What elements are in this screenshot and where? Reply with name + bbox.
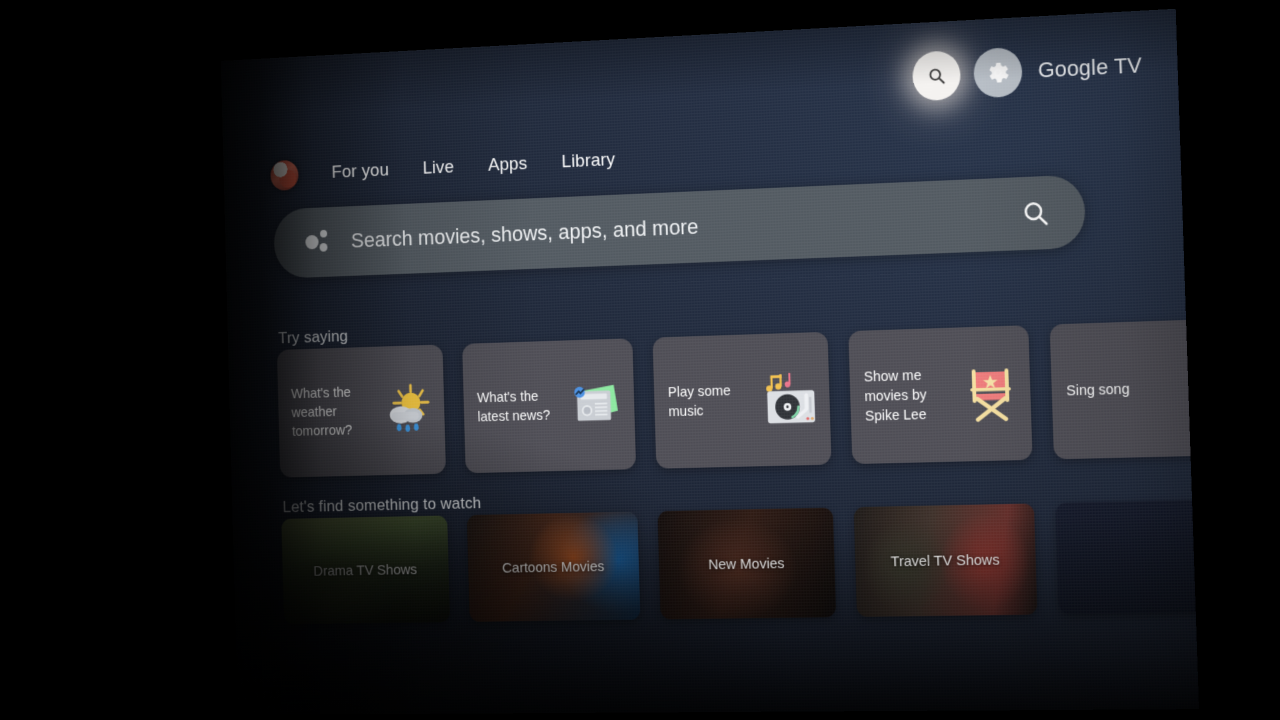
watch-heading: Let's find something to watch (282, 493, 482, 517)
nav-item-apps[interactable]: Apps (488, 154, 528, 177)
tile-label: Cartoons Movies (501, 558, 605, 577)
brand-label: Google TV (1037, 52, 1143, 83)
google-assistant-icon (305, 229, 335, 255)
director-chair-icon (962, 368, 1020, 423)
tile-label: Drama TV Shows (313, 561, 418, 580)
photo-of-tv-screen: Google TV For you Live Apps Library Sear… (0, 0, 1280, 720)
try-saying-label: What's the weather tomorrow? (290, 385, 353, 440)
watch-tile[interactable]: New Movies (657, 507, 837, 620)
nav-item-live[interactable]: Live (422, 157, 454, 179)
try-saying-label: What's the latest news? (476, 389, 551, 426)
tile-label: Travel TV Shows (890, 551, 1000, 570)
nav-item-for-you[interactable]: For you (331, 160, 389, 183)
avatar[interactable] (270, 159, 299, 191)
watch-tile[interactable]: Travel TV Shows (853, 503, 1038, 617)
watch-tile[interactable] (1055, 499, 1200, 615)
search-bar[interactable]: Search movies, shows, apps, and more (273, 174, 1087, 279)
watch-tile[interactable]: Cartoons Movies (466, 511, 641, 622)
google-tv-home-screen: Google TV For you Live Apps Library Sear… (220, 8, 1200, 715)
watch-tile[interactable]: Drama TV Shows (281, 515, 451, 625)
try-saying-label: Show me movies by Spike Lee (863, 368, 927, 425)
try-saying-label: Sing song (1066, 381, 1130, 400)
search-icon-button[interactable] (912, 50, 962, 102)
try-saying-card[interactable]: Sing song (1049, 318, 1200, 460)
search-icon (927, 65, 947, 86)
try-saying-heading: Try saying (278, 326, 349, 348)
try-saying-card[interactable]: What's the weather tomorrow? (276, 344, 446, 478)
try-saying-card[interactable]: Show me movies by Spike Lee (848, 325, 1033, 465)
search-input[interactable]: Search movies, shows, apps, and more (351, 214, 699, 253)
tv-panel: Google TV For you Live Apps Library Sear… (220, 8, 1200, 715)
search-icon[interactable] (1020, 198, 1050, 229)
record-player-icon (766, 372, 816, 427)
settings-button[interactable] (973, 46, 1024, 99)
try-saying-label: Play some music (667, 383, 731, 421)
gear-icon (989, 62, 1010, 83)
try-saying-row: What's the weather tomorrow? What's the … (276, 318, 1200, 478)
try-saying-card[interactable]: Play some music (652, 331, 832, 469)
try-saying-card[interactable]: What's the latest news? (462, 338, 637, 474)
newspaper-icon (566, 384, 619, 421)
primary-nav: For you Live Apps Library (270, 145, 615, 191)
watch-row: Drama TV Shows Cartoons Movies New Movie… (281, 499, 1200, 625)
sun-behind-rain-cloud-icon (378, 383, 434, 433)
tile-label: New Movies (708, 554, 785, 573)
nav-item-library[interactable]: Library (561, 150, 615, 173)
top-status-bar: Google TV (912, 41, 1143, 102)
